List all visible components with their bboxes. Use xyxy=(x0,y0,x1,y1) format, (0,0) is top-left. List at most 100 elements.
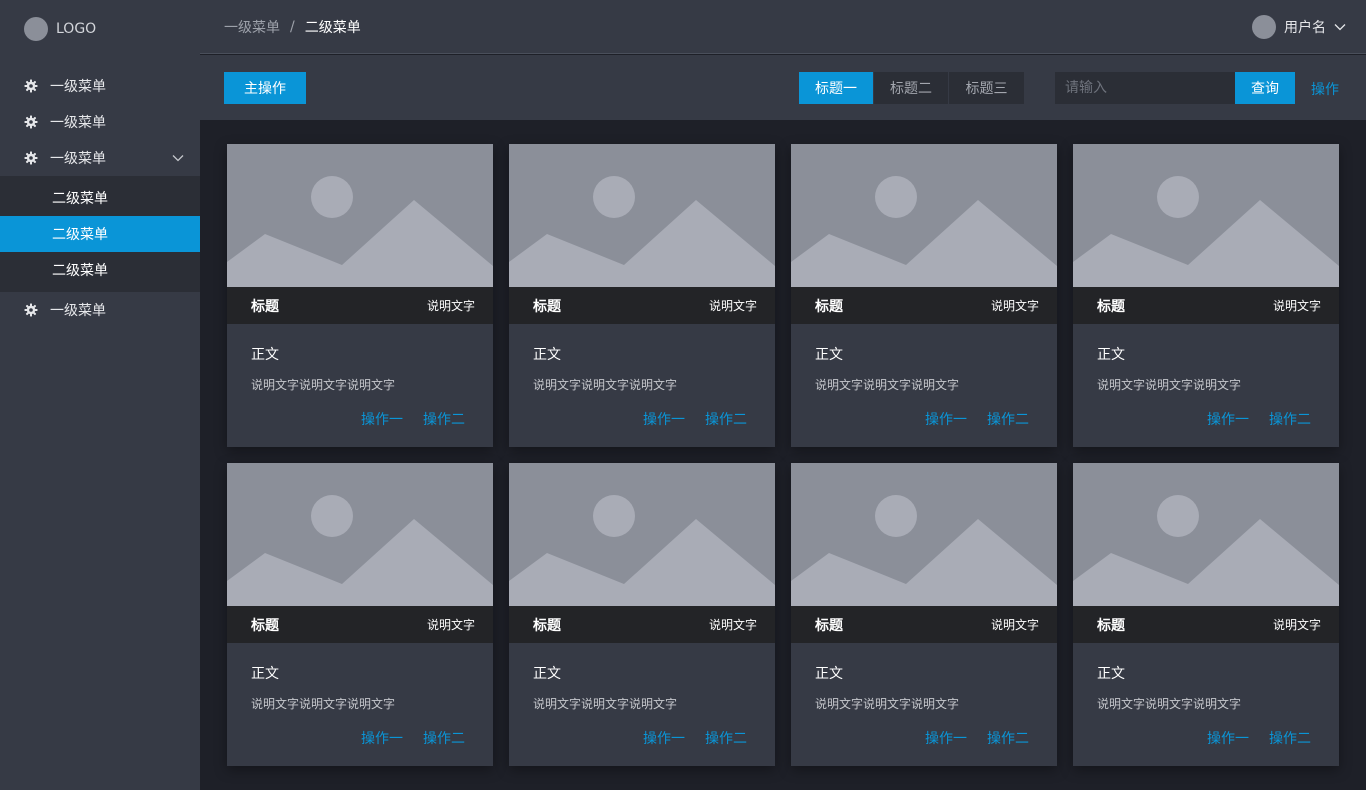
card-header: 标题 说明文字 xyxy=(1073,606,1339,643)
image-placeholder-icon xyxy=(791,144,1057,287)
action-link[interactable]: 操作 xyxy=(1311,79,1339,99)
breadcrumb-level-1[interactable]: 一级菜单 xyxy=(224,17,280,37)
card-note: 说明文字 xyxy=(708,299,757,313)
card-header: 标题 说明文字 xyxy=(791,606,1057,643)
logo[interactable]: LOGO xyxy=(0,0,200,58)
sidebar-subitem-1[interactable]: 二级菜单 xyxy=(0,180,200,216)
image-placeholder-icon xyxy=(509,463,775,606)
card-action-2[interactable]: 操作二 xyxy=(423,409,465,429)
card-body: 正文 说明文字说明文字说明文字 xyxy=(509,643,775,712)
card-title: 标题 xyxy=(815,617,843,634)
sidebar-item-2[interactable]: 一级菜单 xyxy=(0,104,200,140)
gear-icon xyxy=(24,79,38,93)
card-title: 标题 xyxy=(1097,298,1125,315)
card: 标题 说明文字 正文 说明文字说明文字说明文字 操作一 操作二 xyxy=(227,144,493,447)
sidebar-item-label: 一级菜单 xyxy=(50,115,106,131)
card-heading: 正文 xyxy=(815,666,843,682)
card-action-1[interactable]: 操作一 xyxy=(361,728,403,748)
search-input[interactable] xyxy=(1055,72,1235,104)
card-action-2[interactable]: 操作二 xyxy=(987,409,1029,429)
sidebar-subitem-2-active[interactable]: 二级菜单 xyxy=(0,216,200,252)
search-button[interactable]: 查询 xyxy=(1235,72,1295,104)
card-description: 说明文字说明文字说明文字 xyxy=(251,697,396,711)
card-action-1[interactable]: 操作一 xyxy=(643,409,685,429)
card-actions: 操作一 操作二 xyxy=(1187,728,1311,748)
card-action-2[interactable]: 操作二 xyxy=(1269,409,1311,429)
card-title: 标题 xyxy=(251,298,279,315)
card-note: 说明文字 xyxy=(708,618,757,632)
card-title: 标题 xyxy=(1097,617,1125,634)
tab-2[interactable]: 标题二 xyxy=(874,72,949,104)
tab-1[interactable]: 标题一 xyxy=(799,72,874,104)
card-action-2[interactable]: 操作二 xyxy=(705,409,747,429)
card-actions: 操作一 操作二 xyxy=(341,409,465,429)
card-actions: 操作一 操作二 xyxy=(623,728,747,748)
card: 标题 说明文字 正文 说明文字说明文字说明文字 操作一 操作二 xyxy=(1073,144,1339,447)
logo-text: LOGO xyxy=(56,21,97,37)
card-body: 正文 说明文字说明文字说明文字 xyxy=(1073,324,1339,393)
tab-3[interactable]: 标题三 xyxy=(949,72,1024,104)
card-description: 说明文字说明文字说明文字 xyxy=(1097,378,1242,392)
card-action-2[interactable]: 操作二 xyxy=(423,728,465,748)
card-actions: 操作一 操作二 xyxy=(905,728,1029,748)
card-description: 说明文字说明文字说明文字 xyxy=(251,378,396,392)
card-action-1[interactable]: 操作一 xyxy=(925,409,967,429)
card-heading: 正文 xyxy=(1097,347,1125,363)
username: 用户名 xyxy=(1284,20,1326,36)
card-grid: 标题 说明文字 正文 说明文字说明文字说明文字 操作一 操作二 标题 说明文字 … xyxy=(227,144,1339,766)
breadcrumb-current: 二级菜单 xyxy=(304,19,361,36)
logo-mark-icon xyxy=(24,17,48,41)
tab-group: 标题一 标题二 标题三 xyxy=(799,72,1024,104)
card-title: 标题 xyxy=(533,298,561,315)
card-action-1[interactable]: 操作一 xyxy=(925,728,967,748)
card-actions: 操作一 操作二 xyxy=(341,728,465,748)
sidebar-item-label: 一级菜单 xyxy=(50,151,106,167)
card-header: 标题 说明文字 xyxy=(791,287,1057,324)
card-header: 标题 说明文字 xyxy=(1073,287,1339,324)
card-note: 说明文字 xyxy=(990,299,1039,313)
card-action-2[interactable]: 操作二 xyxy=(987,728,1029,748)
toolbar: 主操作 标题一 标题二 标题三 查询 操作 xyxy=(200,55,1366,120)
sidebar-item-1[interactable]: 一级菜单 xyxy=(0,68,200,104)
sidebar-item-4[interactable]: 一级菜单 xyxy=(0,292,200,328)
card-body: 正文 说明文字说明文字说明文字 xyxy=(791,643,1057,712)
sidebar-subitem-3[interactable]: 二级菜单 xyxy=(0,252,200,288)
card-action-1[interactable]: 操作一 xyxy=(1207,728,1249,748)
gear-icon xyxy=(24,303,38,317)
card-title: 标题 xyxy=(533,617,561,634)
card-note: 说明文字 xyxy=(426,618,475,632)
card-header: 标题 说明文字 xyxy=(509,287,775,324)
card-title: 标题 xyxy=(251,617,279,634)
card-action-1[interactable]: 操作一 xyxy=(361,409,403,429)
card-body: 正文 说明文字说明文字说明文字 xyxy=(227,324,493,393)
image-placeholder-icon xyxy=(509,144,775,287)
card-heading: 正文 xyxy=(251,666,279,682)
card-actions: 操作一 操作二 xyxy=(623,409,747,429)
card-description: 说明文字说明文字说明文字 xyxy=(815,378,960,392)
card-title: 标题 xyxy=(815,298,843,315)
card-action-2[interactable]: 操作二 xyxy=(705,728,747,748)
user-menu[interactable]: 用户名 xyxy=(1252,15,1346,39)
chevron-down-icon xyxy=(1334,24,1346,31)
primary-action-button[interactable]: 主操作 xyxy=(224,72,306,104)
card-body: 正文 说明文字说明文字说明文字 xyxy=(1073,643,1339,712)
card: 标题 说明文字 正文 说明文字说明文字说明文字 操作一 操作二 xyxy=(791,463,1057,766)
card-heading: 正文 xyxy=(1097,666,1125,682)
card-note: 说明文字 xyxy=(426,299,475,313)
sidebar-item-3-expanded[interactable]: 一级菜单 xyxy=(0,140,200,176)
card: 标题 说明文字 正文 说明文字说明文字说明文字 操作一 操作二 xyxy=(1073,463,1339,766)
sidebar-item-label: 一级菜单 xyxy=(50,79,106,95)
card-actions: 操作一 操作二 xyxy=(1187,409,1311,429)
card-description: 说明文字说明文字说明文字 xyxy=(815,697,960,711)
card-header: 标题 说明文字 xyxy=(227,606,493,643)
card-action-2[interactable]: 操作二 xyxy=(1269,728,1311,748)
card-note: 说明文字 xyxy=(1272,618,1321,632)
card-action-1[interactable]: 操作一 xyxy=(1207,409,1249,429)
card-actions: 操作一 操作二 xyxy=(905,409,1029,429)
card-body: 正文 说明文字说明文字说明文字 xyxy=(791,324,1057,393)
card-body: 正文 说明文字说明文字说明文字 xyxy=(227,643,493,712)
card-action-1[interactable]: 操作一 xyxy=(643,728,685,748)
image-placeholder-icon xyxy=(1073,463,1339,606)
avatar xyxy=(1252,15,1276,39)
submenu: 二级菜单 二级菜单 二级菜单 xyxy=(0,176,200,292)
